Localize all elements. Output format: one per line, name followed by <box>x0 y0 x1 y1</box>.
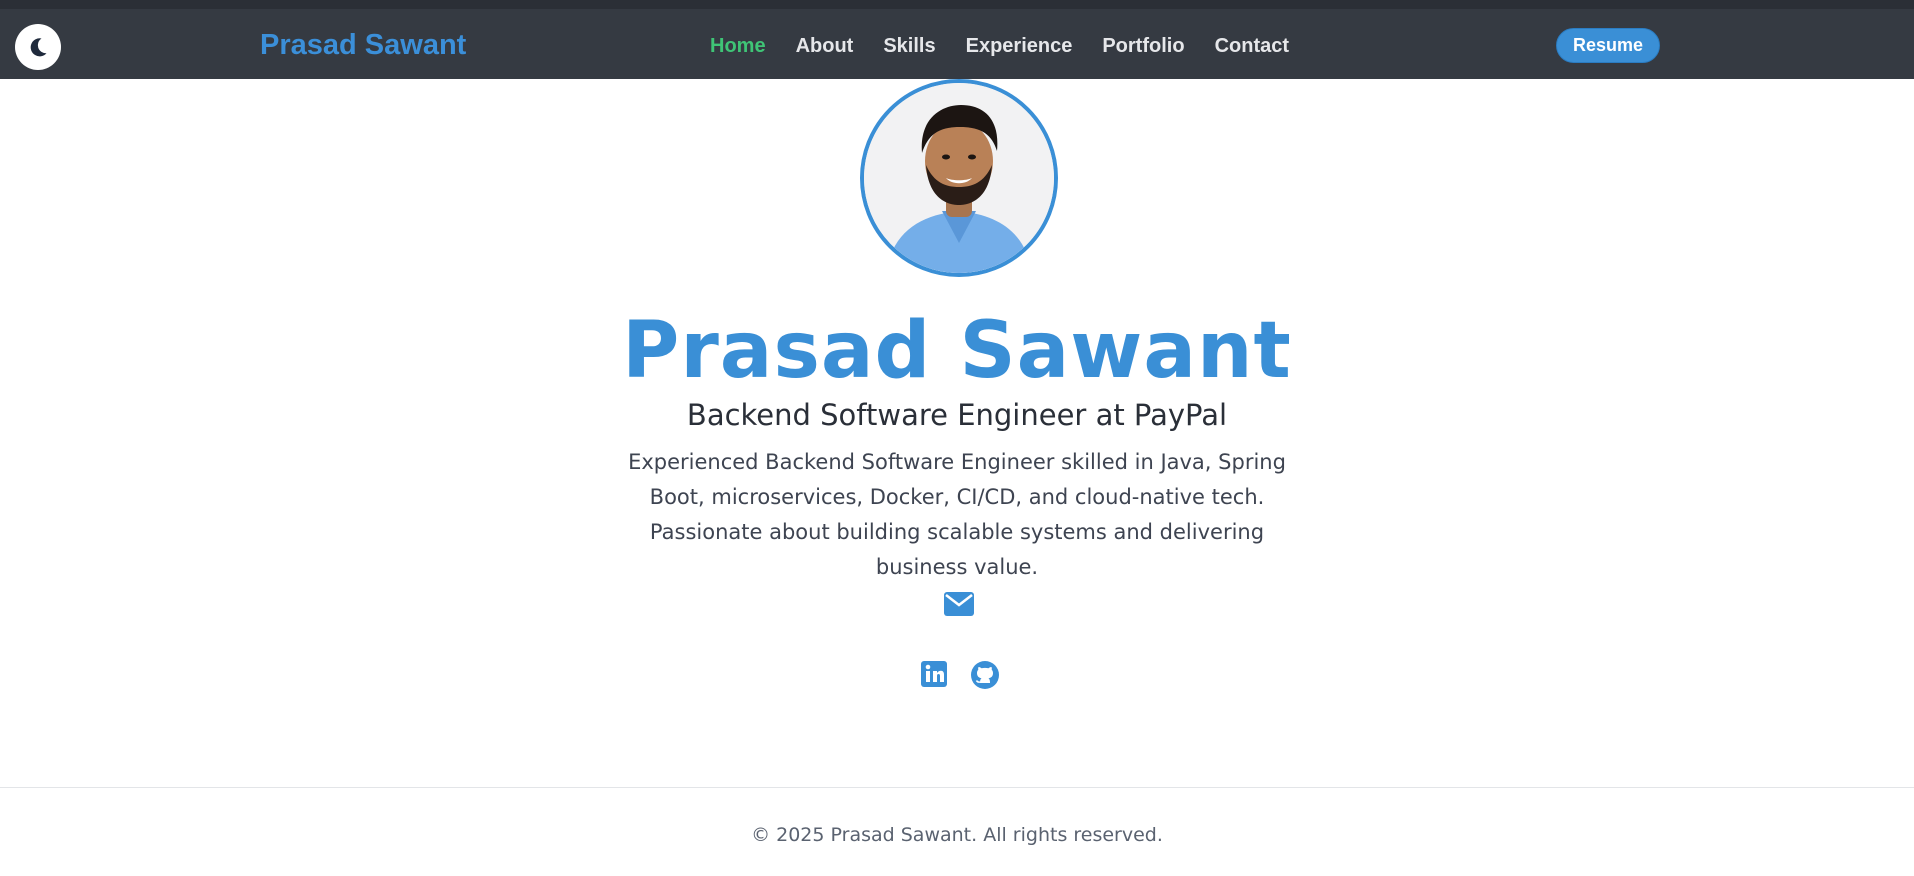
nav-link-skills[interactable]: Skills <box>883 31 935 61</box>
top-strip <box>0 0 1914 9</box>
email-link[interactable] <box>943 590 975 618</box>
nav-link-home[interactable]: Home <box>710 31 766 61</box>
theme-toggle-button[interactable] <box>15 24 61 70</box>
brand-logo[interactable]: Prasad Sawant <box>260 27 466 63</box>
navbar: Prasad Sawant Home About Skills Experien… <box>0 9 1914 79</box>
nav-link-about[interactable]: About <box>796 31 854 61</box>
footer-copyright: © 2025 Prasad Sawant. All rights reserve… <box>751 824 1163 846</box>
linkedin-icon <box>921 661 947 687</box>
nav-link-contact[interactable]: Contact <box>1215 31 1289 61</box>
nav-links: Home About Skills Experience Portfolio C… <box>710 31 1319 61</box>
nav-link-experience[interactable]: Experience <box>966 31 1073 61</box>
envelope-icon <box>944 592 974 616</box>
resume-button[interactable]: Resume <box>1556 28 1660 63</box>
avatar <box>860 79 1058 277</box>
github-icon <box>971 661 999 689</box>
hero-role: Backend Software Engineer at PayPal <box>686 398 1228 432</box>
hero-description: Experienced Backend Software Engineer sk… <box>628 450 1286 579</box>
footer-divider <box>0 787 1914 788</box>
nav-link-portfolio[interactable]: Portfolio <box>1102 31 1184 61</box>
linkedin-link[interactable] <box>920 660 948 688</box>
github-link[interactable] <box>970 660 1000 690</box>
hero-name: Prasad Sawant <box>622 306 1292 396</box>
profile-photo <box>864 83 1054 273</box>
moon-icon <box>30 38 47 57</box>
